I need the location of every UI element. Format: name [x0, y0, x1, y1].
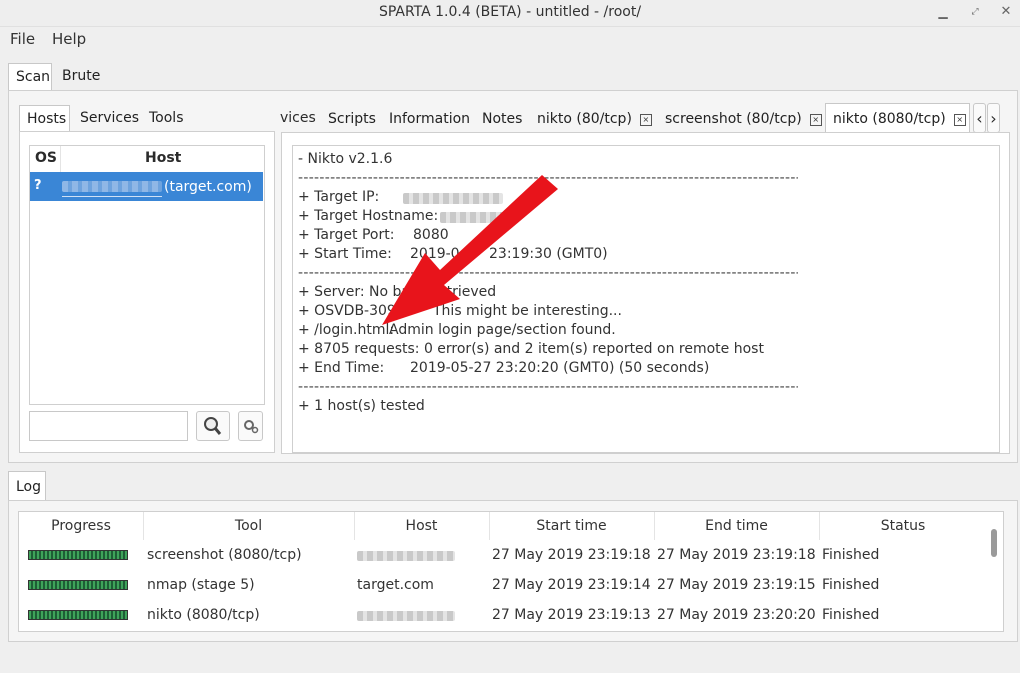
log-scrollbar-thumb[interactable] [991, 529, 997, 557]
close-icon[interactable]: ✕ [998, 3, 1014, 21]
target-ip-label: + Target IP: [298, 189, 380, 205]
close-tab-icon[interactable]: × [639, 114, 652, 126]
tab-label: screenshot (80/tcp) [665, 111, 802, 127]
log-status: Finished [822, 547, 880, 563]
settings-button[interactable] [238, 411, 263, 441]
redacted-ip [62, 181, 162, 192]
hosts-tested-line: + 1 host(s) tested [298, 398, 425, 414]
unknown-os-icon: ? [34, 178, 42, 193]
log-start: 27 May 2019 23:19:13 [492, 607, 651, 623]
log-tool: screenshot (8080/tcp) [147, 547, 302, 563]
end-time-value: 2019-05-27 23:20:20 (GMT0) (50 seconds) [410, 360, 710, 376]
tab-scripts[interactable]: Scripts [321, 106, 383, 132]
search-icon [204, 417, 222, 435]
log-col-status[interactable]: Status [820, 518, 986, 534]
redacted-host [357, 551, 455, 561]
log-status: Finished [822, 607, 880, 623]
tab-services-partial[interactable]: vices [280, 105, 325, 131]
separator: ----------------------------------------… [298, 379, 798, 395]
log-end: 27 May 2019 23:20:20 [657, 607, 816, 623]
log-host: target.com [357, 577, 434, 593]
progress-bar [28, 610, 128, 620]
log-start: 27 May 2019 23:19:14 [492, 577, 651, 593]
tab-information[interactable]: Information [382, 106, 477, 132]
log-tool: nikto (8080/tcp) [147, 607, 260, 623]
annotation-arrow-icon [382, 175, 558, 325]
tab-brute[interactable]: Brute [55, 63, 107, 89]
progress-bar [28, 580, 128, 590]
search-button[interactable] [196, 411, 230, 441]
tab-scroll-right-icon[interactable]: › [987, 103, 1000, 133]
tab-nikto-8080[interactable]: nikto (8080/tcp) × [825, 103, 970, 133]
progress-bar [28, 550, 128, 560]
tab-hosts[interactable]: Hosts [19, 105, 70, 131]
window-title: SPARTA 1.0.4 (BETA) - untitled - /root/ [378, 4, 642, 20]
close-tab-icon[interactable]: × [809, 114, 822, 126]
end-time-label: + End Time: [298, 360, 385, 376]
tab-notes[interactable]: Notes [475, 106, 529, 132]
log-end: 27 May 2019 23:19:18 [657, 547, 816, 563]
col-host-header[interactable]: Host [145, 150, 181, 166]
tab-nikto-80[interactable]: nikto (80/tcp) × [530, 106, 659, 132]
tab-log[interactable]: Log [8, 471, 46, 501]
minimize-icon[interactable]: ▁ [935, 3, 951, 21]
log-col-end[interactable]: End time [655, 518, 818, 534]
log-col-host[interactable]: Host [355, 518, 488, 534]
tab-tools[interactable]: Tools [142, 105, 191, 131]
log-start: 27 May 2019 23:19:18 [492, 547, 651, 563]
host-filter-input[interactable] [29, 411, 188, 441]
log-col-start[interactable]: Start time [490, 518, 653, 534]
menu-file[interactable]: File [10, 30, 35, 48]
gear-icon [244, 420, 259, 434]
tab-label: nikto (8080/tcp) [833, 111, 946, 127]
tab-screenshot-80[interactable]: screenshot (80/tcp) × [658, 106, 829, 132]
host-underline [62, 196, 162, 197]
log-status: Finished [822, 577, 880, 593]
log-end: 27 May 2019 23:19:15 [657, 577, 816, 593]
col-divider [60, 146, 61, 172]
log-col-tool[interactable]: Tool [144, 518, 353, 534]
nikto-version: - Nikto v2.1.6 [298, 151, 393, 167]
log-tool: nmap (stage 5) [147, 577, 255, 593]
log-col-progress[interactable]: Progress [20, 518, 142, 534]
tab-services[interactable]: Services [73, 105, 146, 131]
tab-scan[interactable]: Scan [8, 63, 52, 91]
close-tab-icon[interactable]: × [953, 114, 966, 126]
tab-scroll-left-icon[interactable]: ‹ [973, 103, 986, 133]
maximize-icon[interactable]: ⤢ [967, 3, 983, 21]
menu-bar [0, 26, 1020, 52]
redacted-host [357, 611, 455, 621]
col-os-header[interactable]: OS [35, 150, 57, 166]
tab-label: nikto (80/tcp) [537, 111, 632, 127]
host-name: (target.com) [164, 179, 252, 195]
menu-help[interactable]: Help [52, 30, 86, 48]
